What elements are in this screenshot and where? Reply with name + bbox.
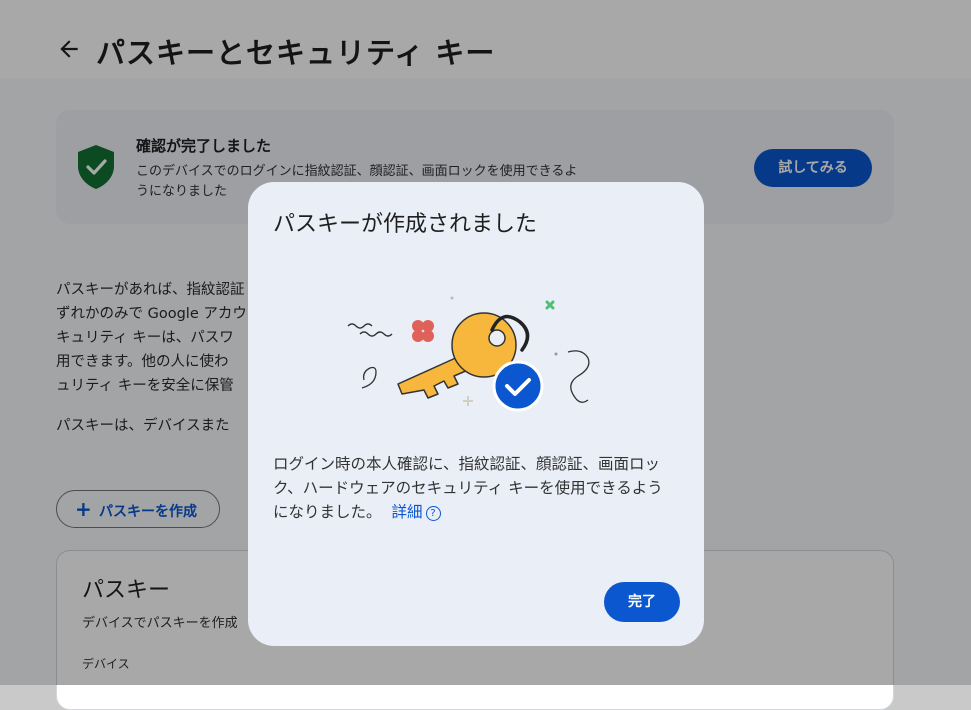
dialog-body-text: になりました。 [273, 503, 382, 521]
dialog-title: パスキーが作成されました [273, 212, 538, 237]
done-button[interactable]: 完了 [604, 582, 680, 622]
dialog-body-line: ク、ハードウェアのセキュリティ キーを使用できるよう [273, 479, 663, 497]
dialog-body: ログイン時の本人確認に、指紋認証、顔認証、画面ロッ ク、ハードウェアのセキュリテ… [273, 452, 683, 524]
key-with-checkmark-icon [347, 296, 590, 412]
dialog-body-line-3: になりました。 詳細? [273, 500, 683, 524]
learn-more-link[interactable]: 詳細 [392, 503, 423, 521]
passkey-created-dialog: パスキーが作成されました ログイン時の本人確認に、指紋認証、顔認証、画面ロッ ク… [248, 182, 704, 646]
dialog-body-line: ログイン時の本人確認に、指紋認証、顔認証、画面ロッ [273, 455, 661, 473]
help-icon[interactable]: ? [425, 506, 441, 521]
